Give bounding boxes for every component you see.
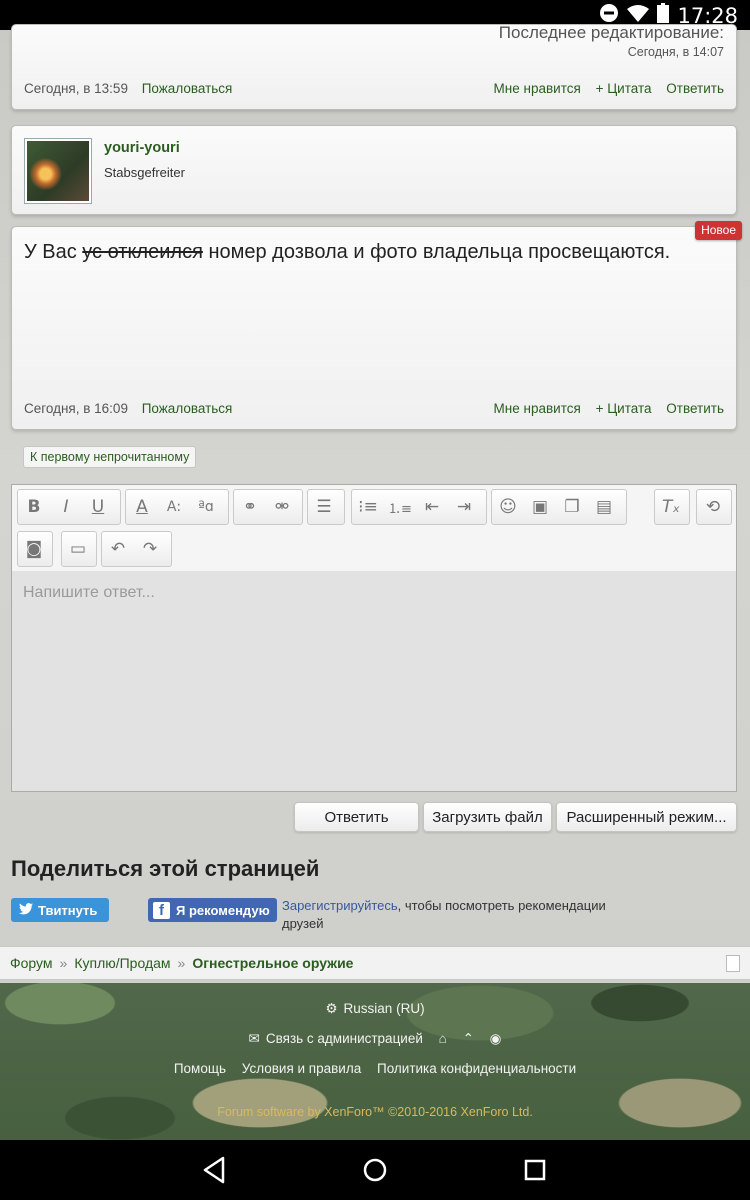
breadcrumb: Форум » Куплю/Продам » Огнестрельное ору… xyxy=(0,946,750,980)
report-link[interactable]: Пожаловаться xyxy=(142,401,233,416)
previous-post: Последнее редактирование: Сегодня, в 14:… xyxy=(11,23,737,110)
strikethrough-text: ус отклеился xyxy=(82,241,203,263)
breadcrumb-current[interactable]: Огнестрельное оружие xyxy=(192,955,353,971)
bold-icon[interactable]: B xyxy=(18,490,50,524)
facebook-icon: f xyxy=(153,901,170,919)
like-link[interactable]: Мне нравится xyxy=(494,401,581,416)
like-link[interactable]: Мне нравится xyxy=(494,81,581,96)
toolbar-list-group: ⁝≡ ⒈≡ ⇤ ⇥ xyxy=(351,489,487,525)
toolbar-link-group: ⚭ ⚮ xyxy=(233,489,303,525)
edited-label: Последнее редактирование: xyxy=(498,23,724,42)
toolbar-align-group: ☰ xyxy=(307,489,345,525)
toolbar-insert-group: ☺ ▣ ❐ ▤ xyxy=(491,489,627,525)
breadcrumb-forum[interactable]: Форум xyxy=(10,955,53,971)
toolbar-clear-group: Tₓ xyxy=(654,489,690,525)
outdent-icon[interactable]: ⇤ xyxy=(416,490,448,524)
tweet-button[interactable]: Твитнуть xyxy=(11,898,109,922)
share-heading: Поделиться этой страницей xyxy=(11,856,320,881)
home-icon[interactable]: ⌂ xyxy=(439,1031,447,1046)
smiley-icon[interactable]: ☺ xyxy=(492,490,524,524)
link-icon[interactable]: ⚭ xyxy=(234,490,266,524)
numbered-list-icon[interactable]: ⒈≡ xyxy=(384,490,416,524)
first-unread-button[interactable]: К первому непрочитанному xyxy=(23,446,197,468)
home-nav-icon[interactable] xyxy=(359,1154,391,1186)
user-title: Stabsgefreiter xyxy=(104,165,185,180)
clear-format-icon[interactable]: Tₓ xyxy=(655,490,687,524)
upload-file-button[interactable]: Загрузить файл xyxy=(423,802,552,832)
quote-link[interactable]: + Цитата xyxy=(596,401,652,416)
footer-contact-row: ✉ Связь с администрацией ⌂ ⌃ ◉ xyxy=(0,1031,750,1047)
bullet-list-icon[interactable]: ⁝≡ xyxy=(352,490,384,524)
align-icon[interactable]: ☰ xyxy=(308,490,340,524)
switch-mode-icon[interactable]: ⟲ xyxy=(697,490,729,524)
indent-icon[interactable]: ⇥ xyxy=(448,490,480,524)
copyright[interactable]: Forum software by XenForo™ ©2010-2016 Xe… xyxy=(0,1105,750,1119)
advanced-mode-button[interactable]: Расширенный режим... xyxy=(556,802,737,832)
post-meta: Сегодня, в 13:59 Пожаловаться Мне нравит… xyxy=(24,81,724,96)
italic-icon[interactable]: I xyxy=(50,490,82,524)
font-family-icon[interactable]: ªɑ xyxy=(190,490,222,524)
twitter-bird-icon xyxy=(19,902,33,918)
contact-link[interactable]: Связь с администрацией xyxy=(266,1031,423,1046)
post-date: Сегодня, в 16:09 xyxy=(24,401,128,416)
toolbar-font-group: A A꞉ ªɑ xyxy=(125,489,229,525)
username-link[interactable]: youri-youri xyxy=(104,140,180,156)
mail-icon: ✉ xyxy=(248,1031,260,1046)
post-date: Сегодня, в 13:59 xyxy=(24,81,128,96)
help-link[interactable]: Помощь xyxy=(174,1061,226,1076)
undo-icon[interactable]: ↶ xyxy=(102,532,134,566)
terms-link[interactable]: Условия и правила xyxy=(242,1061,361,1076)
reply-editor: B I U A A꞉ ªɑ ⚭ ⚮ ☰ ⁝≡ ⒈≡ ⇤ ⇥ ☺ ▣ ❐ ▤ Tₓ… xyxy=(11,484,737,792)
toolbar-save-group: ▭ xyxy=(61,531,97,567)
page-content: Последнее редактирование: Сегодня, в 14:… xyxy=(0,23,750,1140)
recents-icon[interactable] xyxy=(519,1154,551,1186)
reply-textarea[interactable]: Напишите ответ... xyxy=(12,571,736,791)
image-icon[interactable]: ▣ xyxy=(524,490,556,524)
reply-link[interactable]: Ответить xyxy=(666,81,724,96)
toolbar-camera-group: ◙ xyxy=(17,531,53,567)
user-card: youri-youri Stabsgefreiter xyxy=(11,125,737,215)
facebook-note: Зарегистрируйтесь, чтобы посмотреть реко… xyxy=(282,898,606,931)
font-size-icon[interactable]: A꞉ xyxy=(158,490,190,524)
privacy-link[interactable]: Политика конфиденциальности xyxy=(377,1061,576,1076)
media-icon[interactable]: ❐ xyxy=(556,490,588,524)
post-message: У Вас ус отклеился номер дозвола и фото … xyxy=(24,241,671,263)
reply-link[interactable]: Ответить xyxy=(666,401,724,416)
edited-time: Сегодня, в 14:07 xyxy=(627,45,724,59)
report-link[interactable]: Пожаловаться xyxy=(142,81,233,96)
toolbar-history-group: ↶ ↷ xyxy=(101,531,172,567)
quote-link[interactable]: + Цитата xyxy=(596,81,652,96)
font-color-icon[interactable]: A xyxy=(126,490,158,524)
underline-icon[interactable]: U xyxy=(82,490,114,524)
redo-icon[interactable]: ↷ xyxy=(134,532,166,566)
toolbar-format-group: B I U xyxy=(17,489,121,525)
scroll-top-icon[interactable]: ⌃ xyxy=(463,1031,474,1046)
post-meta: Сегодня, в 16:09 Пожаловаться Мне нравит… xyxy=(24,401,724,416)
footer: ⚙ Russian (RU) ✉ Связь с администрацией ⌂ … xyxy=(0,983,750,1140)
footer-links: Помощь Условия и правила Политика конфид… xyxy=(0,1061,750,1076)
post: Новое У Вас ус отклеился номер дозвола и… xyxy=(11,221,742,430)
breadcrumb-buy-sell[interactable]: Куплю/Продам xyxy=(74,955,170,971)
code-icon[interactable]: ▤ xyxy=(588,490,620,524)
avatar[interactable] xyxy=(24,138,92,204)
gear-icon: ⚙ xyxy=(325,1001,338,1016)
reply-button[interactable]: Ответить xyxy=(294,802,419,832)
camera-icon[interactable]: ◙ xyxy=(18,532,50,566)
back-icon[interactable] xyxy=(199,1154,231,1186)
facebook-recommend-button[interactable]: f Я рекомендую xyxy=(148,898,277,922)
unlink-icon[interactable]: ⚮ xyxy=(266,490,298,524)
save-icon[interactable]: ▭ xyxy=(62,532,94,566)
register-link[interactable]: Зарегистрируйтесь xyxy=(282,898,398,913)
language-chooser[interactable]: ⚙ Russian (RU) xyxy=(0,1001,750,1017)
page-icon[interactable] xyxy=(726,955,740,972)
toolbar-source-group: ⟲ xyxy=(696,489,732,525)
editor-placeholder: Напишите ответ... xyxy=(23,584,155,601)
system-nav-bar xyxy=(0,1140,750,1200)
rss-icon[interactable]: ◉ xyxy=(490,1031,502,1046)
